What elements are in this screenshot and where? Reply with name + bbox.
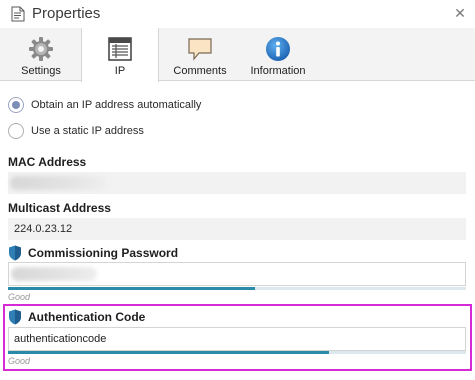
radio-button-unchecked[interactable] (8, 123, 24, 139)
comment-bubble-icon (188, 38, 212, 61)
tab-ip[interactable]: IP (81, 28, 159, 82)
authentication-code-strength-bar (8, 351, 466, 354)
mac-address-redacted-value (10, 176, 106, 190)
properties-doc-icon (11, 6, 25, 22)
commissioning-password-redacted-value (11, 267, 97, 281)
commissioning-password-strength-bar (8, 287, 466, 290)
authentication-code-input[interactable]: authenticationcode (8, 327, 466, 351)
authentication-code-strength-text: Good (8, 356, 31, 366)
commissioning-password-label-text: Commissioning Password (28, 246, 179, 260)
authentication-code-label-text: Authentication Code (28, 310, 146, 324)
tab-strip: Settings IP Comments Information (0, 28, 475, 82)
mac-address-label-text: MAC Address (8, 155, 87, 169)
commissioning-password-strength-fill (8, 287, 256, 290)
tab-comments-label: Comments (173, 65, 227, 77)
window-title: Properties (32, 5, 101, 22)
tab-information[interactable]: Information (243, 28, 313, 81)
tab-settings-label: Settings (21, 65, 61, 77)
radio-obtain-automatically-label: Obtain an IP address automatically (31, 99, 202, 111)
shield-icon (9, 309, 21, 325)
radio-static-ip-label: Use a static IP address (31, 125, 144, 137)
commissioning-password-strength-text: Good (8, 292, 31, 302)
ip-table-icon (108, 37, 132, 61)
tab-settings[interactable]: Settings (10, 28, 72, 81)
multicast-address-value: 224.0.23.12 (14, 223, 73, 235)
radio-button-checked[interactable] (8, 97, 24, 113)
authentication-code-strength-fill (8, 351, 329, 354)
mac-address-label: MAC Address (8, 155, 86, 169)
close-button[interactable]: ✕ (451, 4, 469, 22)
multicast-address-field: 224.0.23.12 (8, 218, 466, 240)
tab-comments[interactable]: Comments (166, 28, 234, 81)
commissioning-password-label: Commissioning Password (8, 245, 178, 261)
shield-icon (9, 245, 21, 261)
multicast-address-label: Multicast Address (8, 201, 111, 215)
tab-information-label: Information (250, 65, 306, 77)
title-bar: Properties ✕ (0, 0, 475, 28)
close-icon: ✕ (454, 4, 466, 21)
gear-icon (29, 37, 53, 61)
tab-ip-label: IP (114, 65, 126, 77)
radio-obtain-automatically[interactable]: Obtain an IP address automatically (8, 96, 201, 114)
commissioning-password-input[interactable] (8, 262, 466, 286)
info-icon (266, 37, 290, 61)
authentication-code-value: authenticationcode (14, 333, 107, 345)
mac-address-field (8, 172, 466, 194)
multicast-address-label-text: Multicast Address (8, 201, 111, 215)
authentication-code-label: Authentication Code (8, 309, 145, 325)
radio-static-ip[interactable]: Use a static IP address (8, 122, 144, 140)
